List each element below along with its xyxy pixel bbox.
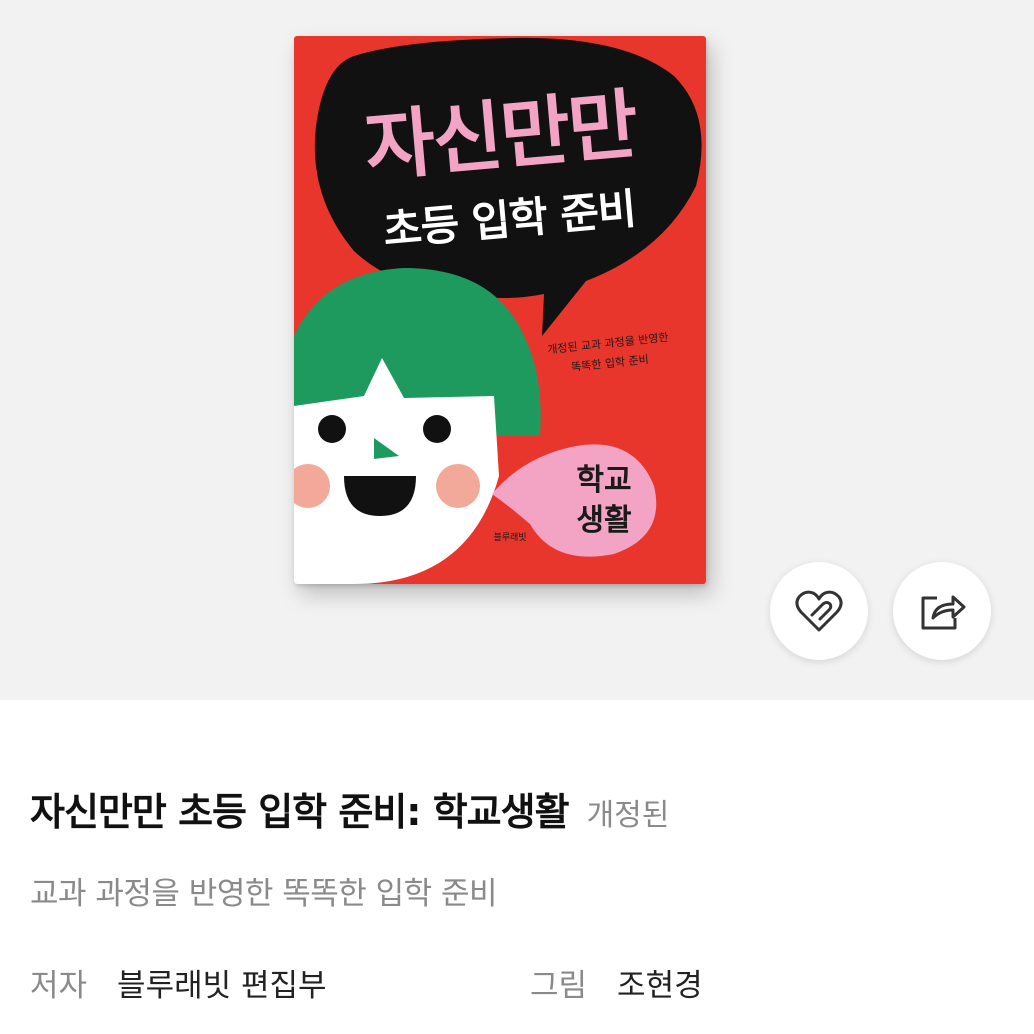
illustrator-label: 그림 bbox=[530, 968, 588, 1004]
like-button[interactable] bbox=[770, 562, 868, 660]
heart-icon bbox=[795, 590, 843, 632]
illustrator-name[interactable]: 조현경 bbox=[617, 968, 703, 1004]
book-hero: 자신만만 초등 입학 준비 개정된 교과 과정을 반영한 똑똑한 입학 준비 학… bbox=[0, 0, 1034, 700]
share-button[interactable] bbox=[893, 562, 991, 660]
book-title-row: 자신만만 초등 입학 준비: 학교생활 개정된 bbox=[30, 781, 1020, 841]
book-cover-image: 자신만만 초등 입학 준비 개정된 교과 과정을 반영한 똑똑한 입학 준비 학… bbox=[294, 36, 706, 584]
edition-label: 개정된 bbox=[586, 798, 670, 833]
author-label: 저자 bbox=[30, 968, 88, 1004]
cover-bubble-text: 학교 생활 bbox=[556, 461, 652, 541]
book-subtitle: 교과 과정을 반영한 똑똑한 입학 준비 bbox=[30, 876, 498, 912]
cover-bubble-line2: 생활 bbox=[576, 503, 632, 538]
cover-publisher: 블루래빗 bbox=[493, 533, 527, 543]
illustrator-credit: 그림 조현경 bbox=[530, 960, 703, 1005]
book-title: 자신만만 초등 입학 준비: 학교생활 bbox=[30, 790, 570, 834]
author-credit: 저자 블루래빗 편집부 bbox=[30, 960, 327, 1005]
author-name[interactable]: 블루래빗 편집부 bbox=[117, 968, 327, 1004]
share-icon bbox=[921, 595, 966, 630]
cover-bubble-line1: 학교 bbox=[576, 463, 632, 498]
